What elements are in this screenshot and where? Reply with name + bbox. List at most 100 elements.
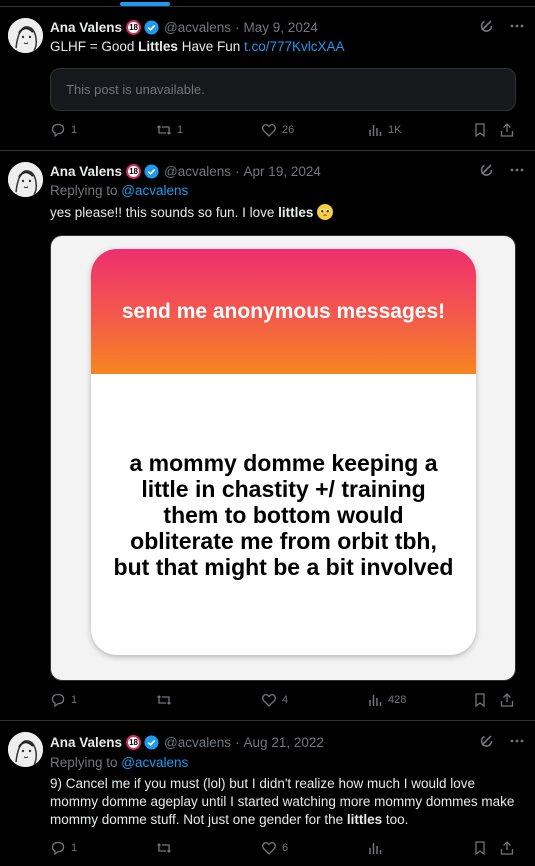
tweet-text: yes please!! this sounds so fun. I love … xyxy=(50,204,521,222)
avatar[interactable] xyxy=(8,18,43,53)
text-highlight: Littles xyxy=(138,39,178,54)
like-button[interactable]: 6 xyxy=(261,840,288,856)
bookmark-button[interactable] xyxy=(472,122,488,138)
author-handle[interactable]: @acvalens xyxy=(164,164,231,179)
tweet-text: GLHF = Good Littles Have Fun t.co/777Kvl… xyxy=(50,38,521,56)
author-handle[interactable]: @acvalens xyxy=(164,20,231,35)
more-icon[interactable] xyxy=(509,162,525,181)
unavailable-quote[interactable]: This post is unavailable. xyxy=(50,68,516,111)
bookmark-button[interactable] xyxy=(472,692,488,708)
views-icon xyxy=(369,125,382,136)
tweet-link[interactable]: t.co/777KvlcXAA xyxy=(244,39,345,54)
tweet[interactable]: Ana Valens 18 @acvalens · Aug 21, 2022 R… xyxy=(0,722,535,866)
share-icon xyxy=(500,123,514,137)
replying-to: Replying to @acvalens xyxy=(50,754,521,772)
author-name[interactable]: Ana Valens xyxy=(50,735,122,750)
anonymous-message-card: send me anonymous messages! a mommy domm… xyxy=(91,249,476,655)
bookmark-icon xyxy=(475,693,485,708)
card-title: send me anonymous messages! xyxy=(121,300,446,323)
repost-count: 1 xyxy=(177,124,184,136)
replying-to: Replying to @acvalens xyxy=(50,182,521,200)
grok-icon[interactable] xyxy=(479,18,495,37)
text-segment: yes please!! this sounds so fun. I love xyxy=(50,205,279,220)
text-segment: 9) Cancel me if you must (lol) but I did… xyxy=(50,776,515,827)
like-count: 4 xyxy=(282,694,289,706)
views-count: 1K xyxy=(388,124,402,136)
grok-icon[interactable] xyxy=(479,733,495,752)
like-button[interactable]: 26 xyxy=(261,122,294,138)
avatar[interactable] xyxy=(8,162,43,197)
views-icon xyxy=(369,843,382,854)
like-button[interactable]: 4 xyxy=(261,692,288,708)
action-bar: 1 1 26 1K xyxy=(50,120,516,140)
text-segment: Have Fun xyxy=(177,39,244,54)
more-icon[interactable] xyxy=(509,18,525,37)
views-icon xyxy=(369,695,382,706)
share-button[interactable] xyxy=(499,840,515,856)
text-highlight: littles xyxy=(278,205,314,220)
media-image[interactable]: send me anonymous messages! a mommy domm… xyxy=(50,235,516,681)
like-count: 6 xyxy=(282,842,289,854)
repost-button[interactable]: 1 xyxy=(156,122,183,138)
pleading-face-emoji xyxy=(317,204,334,220)
like-icon xyxy=(262,123,276,137)
tweet[interactable]: Ana Valens 18 @acvalens · May 9, 2024 GL… xyxy=(0,8,535,151)
verified-icon xyxy=(144,163,159,179)
card-message: a mommy domme keeping a little in chasti… xyxy=(113,449,454,580)
post-date[interactable]: May 9, 2024 xyxy=(244,20,318,35)
repost-icon xyxy=(157,695,171,705)
replying-handle-link[interactable]: @acvalens xyxy=(121,755,188,770)
like-count: 26 xyxy=(282,124,295,136)
author-name[interactable]: Ana Valens xyxy=(50,20,122,35)
action-bar: 1 4 428 xyxy=(50,690,516,710)
bookmark-button[interactable] xyxy=(472,840,488,856)
action-bar: 1 6 xyxy=(50,838,516,858)
active-tab-indicator xyxy=(120,2,170,6)
separator: · xyxy=(235,734,240,750)
tweet[interactable]: Ana Valens 18 @acvalens · Apr 19, 2024 R… xyxy=(0,152,535,721)
author-name[interactable]: Ana Valens xyxy=(50,164,122,179)
replying-label: Replying to xyxy=(50,183,122,198)
like-icon xyxy=(262,693,276,707)
verified-icon xyxy=(144,19,159,35)
avatar[interactable] xyxy=(8,732,43,767)
views-button[interactable] xyxy=(367,840,388,856)
reply-icon xyxy=(51,841,65,856)
text-highlight: littles xyxy=(346,812,383,827)
share-button[interactable] xyxy=(499,692,515,708)
views-button[interactable]: 1K xyxy=(367,122,401,138)
author-handle[interactable]: @acvalens xyxy=(164,735,231,750)
reply-count: 1 xyxy=(71,124,78,136)
post-date[interactable]: Aug 21, 2022 xyxy=(244,735,324,750)
text-segment: too. xyxy=(382,812,409,827)
reply-count: 1 xyxy=(71,842,78,854)
like-icon xyxy=(262,841,276,855)
bookmark-icon xyxy=(475,123,485,138)
replying-handle-link[interactable]: @acvalens xyxy=(121,183,188,198)
text-segment: GLHF = Good xyxy=(50,39,139,54)
repost-icon xyxy=(157,843,171,853)
tweet-text: 9) Cancel me if you must (lol) but I did… xyxy=(50,775,521,829)
reply-button[interactable]: 1 xyxy=(50,122,77,138)
reply-button[interactable]: 1 xyxy=(50,840,77,856)
card-header: send me anonymous messages! xyxy=(91,249,476,374)
age-18-badge: 18 xyxy=(126,19,142,35)
views-button[interactable]: 428 xyxy=(367,692,406,708)
reply-button[interactable]: 1 xyxy=(50,692,77,708)
grok-icon[interactable] xyxy=(479,162,495,181)
top-tab-bar xyxy=(0,0,535,7)
more-icon[interactable] xyxy=(509,733,525,752)
views-count: 428 xyxy=(388,694,407,706)
share-button[interactable] xyxy=(499,122,515,138)
separator: · xyxy=(235,163,240,179)
repost-button[interactable] xyxy=(156,840,177,856)
card-body: a mommy domme keeping a little in chasti… xyxy=(91,374,476,655)
bookmark-icon xyxy=(475,841,485,856)
reply-icon xyxy=(51,123,65,138)
separator: · xyxy=(235,19,240,35)
repost-button[interactable] xyxy=(156,692,177,708)
replying-label: Replying to xyxy=(50,755,122,770)
verified-icon xyxy=(144,734,159,750)
post-date[interactable]: Apr 19, 2024 xyxy=(244,164,321,179)
age-18-badge: 18 xyxy=(126,163,142,179)
